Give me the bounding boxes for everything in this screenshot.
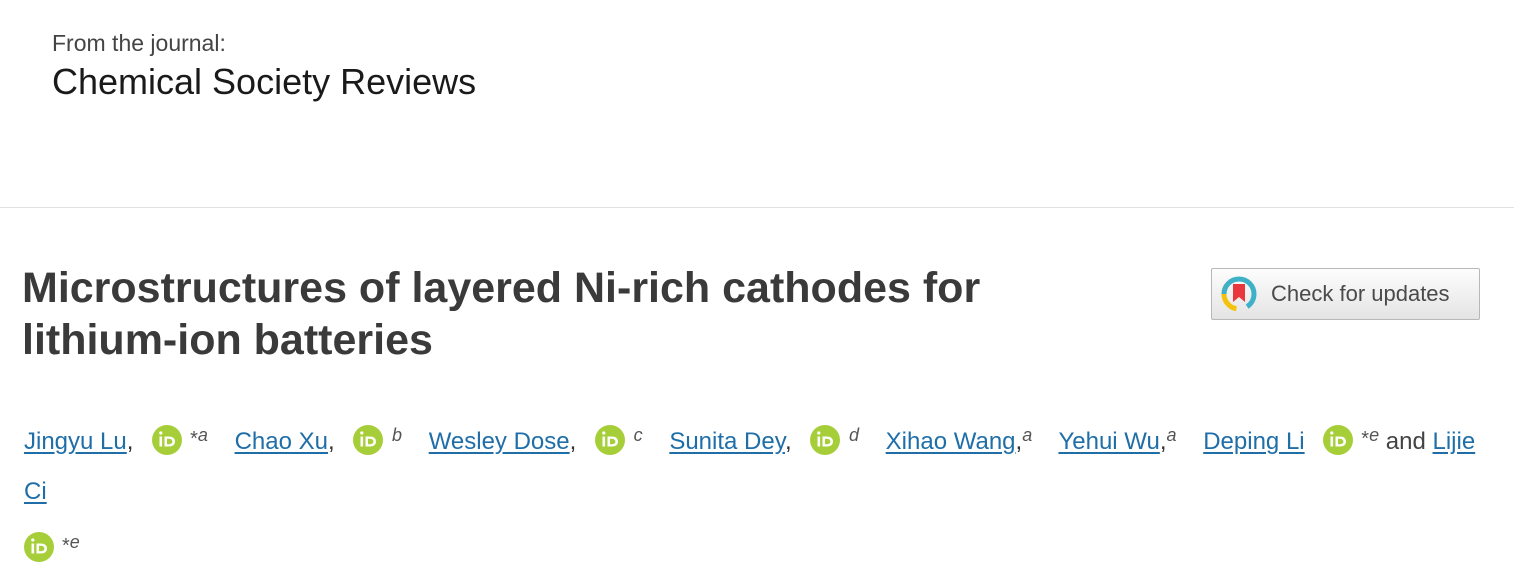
affiliation-marker: a bbox=[1166, 425, 1177, 445]
affiliation-marker: c bbox=[633, 425, 643, 445]
corresponding-marker: * bbox=[1361, 428, 1370, 450]
journal-name[interactable]: Chemical Society Reviews bbox=[52, 60, 476, 104]
affiliation-marker: a bbox=[197, 425, 208, 445]
author-link[interactable]: Wesley Dose bbox=[429, 428, 570, 455]
article-title: Microstructures of layered Ni-rich catho… bbox=[22, 264, 981, 364]
author-list: Jingyu Lu, *a Chao Xu, b Wesley Dose, c … bbox=[24, 410, 1494, 574]
orcid-icon[interactable] bbox=[24, 532, 54, 562]
affiliation-marker: a bbox=[1022, 425, 1033, 445]
header-divider bbox=[0, 207, 1514, 208]
author-link[interactable]: Chao Xu bbox=[235, 428, 328, 455]
orcid-icon[interactable] bbox=[594, 425, 625, 455]
orcid-icon[interactable] bbox=[810, 425, 841, 455]
author-link[interactable]: Yehui Wu bbox=[1058, 428, 1159, 455]
orcid-icon[interactable] bbox=[1323, 425, 1354, 455]
author-link[interactable]: Jingyu Lu bbox=[24, 428, 127, 455]
orcid-icon[interactable] bbox=[353, 425, 384, 455]
author-link[interactable]: Deping Li bbox=[1203, 428, 1304, 455]
author-link[interactable]: Xihao Wang bbox=[886, 428, 1016, 455]
and-conjunction: and bbox=[1385, 428, 1426, 455]
affiliation-marker: e bbox=[69, 532, 80, 552]
affiliation-marker: e bbox=[1369, 425, 1380, 445]
affiliation-marker: d bbox=[848, 425, 859, 445]
journal-header: From the journal: Chemical Society Revie… bbox=[52, 28, 476, 104]
crossmark-icon bbox=[1221, 276, 1257, 312]
journal-prefix: From the journal: bbox=[52, 30, 226, 56]
author-link[interactable]: Sunita Dey bbox=[669, 428, 785, 455]
affiliation-marker: b bbox=[392, 425, 403, 445]
check-for-updates-label: Check for updates bbox=[1271, 281, 1450, 306]
orcid-icon[interactable] bbox=[152, 425, 183, 455]
check-for-updates-button[interactable]: Check for updates bbox=[1211, 268, 1480, 320]
corresponding-marker: * bbox=[190, 428, 198, 450]
corresponding-marker: * bbox=[62, 535, 70, 557]
